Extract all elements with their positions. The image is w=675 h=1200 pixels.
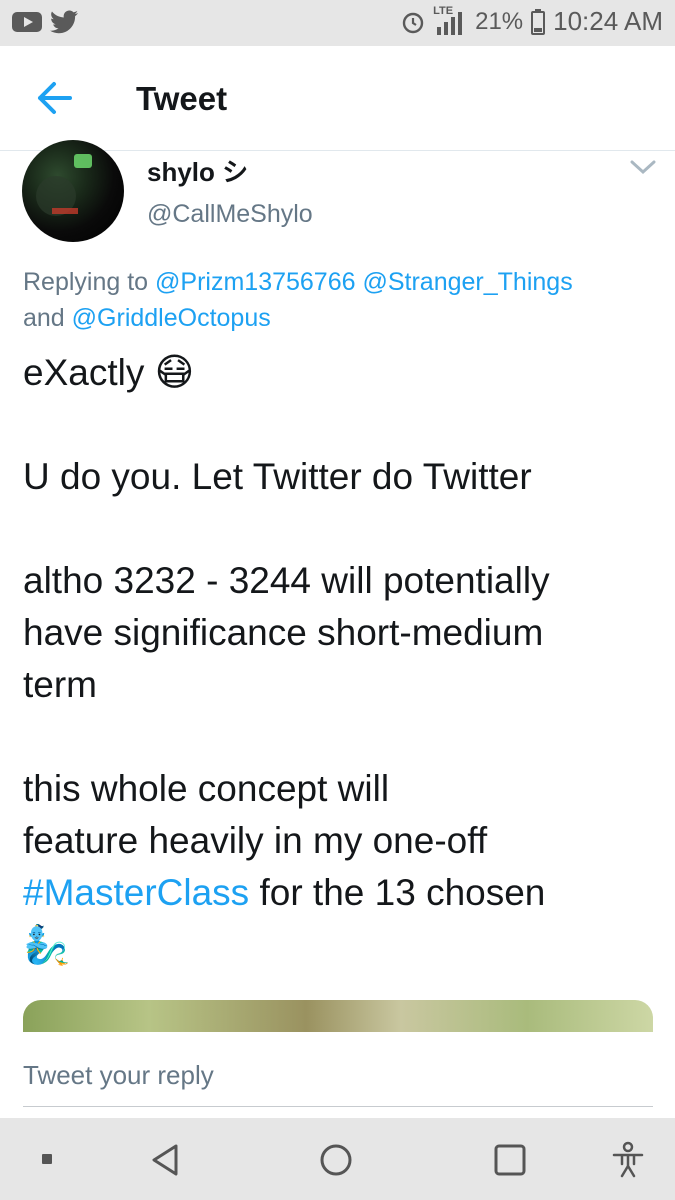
alarm-icon bbox=[402, 12, 424, 33]
body-line: have significance short-medium bbox=[23, 612, 544, 653]
reply-underline bbox=[23, 1106, 653, 1107]
home-circle-icon[interactable] bbox=[316, 1140, 356, 1180]
chevron-down-icon[interactable] bbox=[628, 156, 658, 178]
replying-prefix: Replying to bbox=[23, 268, 149, 296]
genie-emoji: 🧞‍♂️ bbox=[23, 923, 71, 967]
body-line: term bbox=[23, 664, 97, 705]
media-image[interactable] bbox=[23, 1000, 653, 1034]
body-line: feature heavily in my one-off bbox=[23, 820, 488, 861]
body-line: this whole concept will bbox=[23, 768, 390, 809]
youtube-icon bbox=[12, 12, 42, 32]
body-line: altho 3232 - 3244 will potentially bbox=[23, 560, 550, 601]
clock: 10:24 AM bbox=[553, 6, 663, 36]
battery-icon bbox=[531, 8, 546, 35]
user-handle[interactable]: @CallMeShylo bbox=[147, 200, 313, 229]
app-bar: Tweet bbox=[0, 46, 675, 151]
back-triangle-icon[interactable] bbox=[146, 1140, 186, 1180]
mention-link[interactable]: @GriddleOctopus bbox=[72, 304, 271, 332]
arrow-left-icon[interactable] bbox=[34, 80, 74, 116]
recents-dot-icon[interactable] bbox=[28, 1140, 68, 1180]
mask-face-emoji: 😷 bbox=[154, 350, 195, 394]
battery-percent: 21% bbox=[475, 7, 524, 35]
navigation-bar bbox=[0, 1118, 675, 1200]
and-word: and bbox=[23, 304, 65, 332]
display-name[interactable]: shylo シ bbox=[147, 152, 248, 189]
twitter-bird-icon bbox=[50, 10, 78, 34]
mention-link[interactable]: @Prizm13756766 bbox=[155, 268, 356, 296]
overview-square-icon[interactable] bbox=[490, 1140, 530, 1180]
signal-icon: LTE bbox=[433, 5, 467, 37]
status-bar-right: LTE 21% 10:24 AM bbox=[401, 5, 663, 37]
status-bar: LTE 21% 10:24 AM bbox=[0, 0, 675, 46]
tweet-text: eXactly 😷 U do you. Let Twitter do Twitt… bbox=[23, 346, 653, 972]
reply-input[interactable]: Tweet your reply bbox=[23, 1060, 214, 1091]
mention-link[interactable]: @Stranger_Things bbox=[362, 268, 572, 296]
body-line: eXactly bbox=[23, 352, 145, 393]
avatar[interactable] bbox=[22, 140, 124, 242]
reply-bar: Tweet your reply bbox=[0, 1032, 675, 1118]
replying-to: Replying to @Prizm13756766 @Stranger_Thi… bbox=[23, 264, 643, 336]
status-bar-left bbox=[12, 10, 78, 34]
accessibility-icon[interactable] bbox=[608, 1140, 648, 1180]
hashtag-link[interactable]: #MasterClass bbox=[23, 872, 249, 913]
page-title: Tweet bbox=[136, 80, 228, 117]
body-line: U do you. Let Twitter do Twitter bbox=[23, 456, 532, 497]
body-line: for the 13 chosen bbox=[249, 872, 546, 913]
